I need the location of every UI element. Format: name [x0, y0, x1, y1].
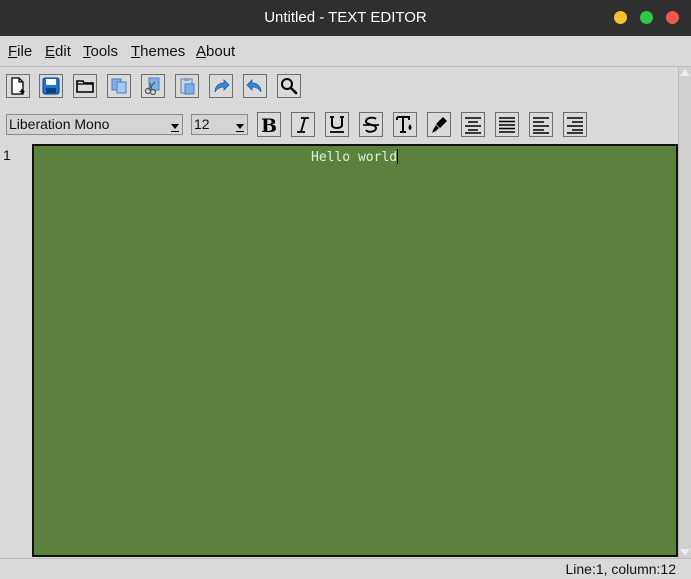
menu-about[interactable]: About [196, 43, 235, 60]
menu-edit[interactable]: Edit [45, 43, 71, 60]
font-family-value: Liberation Mono [9, 116, 110, 132]
line-number: 1 [3, 147, 11, 163]
menu-tools-label: ools [90, 43, 119, 60]
justify-button[interactable] [495, 112, 519, 137]
chevron-down-icon [236, 124, 244, 132]
new-file-icon [11, 77, 25, 95]
window-title: Untitled - TEXT EDITOR [264, 9, 427, 26]
justify-icon [499, 116, 515, 133]
align-left-button[interactable] [529, 112, 553, 137]
strikethrough-icon [363, 116, 379, 133]
highlight-icon [432, 116, 447, 133]
align-right-button[interactable] [563, 112, 587, 137]
align-left-icon [533, 116, 549, 134]
title-bar: Untitled - TEXT EDITOR [0, 0, 691, 36]
cut-button[interactable] [141, 74, 165, 98]
copy-icon [111, 78, 127, 94]
align-center-button[interactable] [461, 112, 485, 137]
align-center-icon [465, 116, 481, 134]
minimize-button[interactable] [614, 11, 627, 24]
menu-file-accel: F [8, 43, 18, 60]
scroll-down-arrow-icon[interactable] [680, 549, 690, 556]
menu-about-accel: A [196, 43, 207, 60]
undo-button[interactable] [243, 74, 267, 98]
close-button[interactable] [666, 11, 679, 24]
undo-icon [246, 79, 262, 93]
menu-file-label: ile [17, 43, 33, 60]
menu-about-label: bout [206, 43, 236, 60]
text-editor-area[interactable]: Hello world [32, 144, 678, 557]
redo-icon [214, 79, 230, 93]
scroll-up-arrow-icon[interactable] [680, 69, 690, 76]
menu-edit-label: dit [55, 43, 71, 60]
font-family-select[interactable]: Liberation Mono [6, 114, 183, 135]
chevron-down-icon [171, 124, 179, 132]
open-folder-icon [76, 80, 94, 93]
menu-themes[interactable]: Themes [131, 43, 185, 60]
menu-bar: File Edit Tools Themes About [0, 36, 691, 67]
text-cursor [397, 149, 399, 164]
vertical-scrollbar[interactable] [678, 67, 691, 558]
paste-button[interactable] [175, 74, 199, 98]
menu-edit-accel: E [45, 43, 56, 60]
italic-icon [297, 116, 309, 133]
bold-icon: B [261, 115, 277, 135]
status-bar: Line:1, column:12 [0, 558, 691, 579]
menu-tools[interactable]: Tools [83, 43, 118, 60]
redo-button[interactable] [209, 74, 233, 98]
font-size-select[interactable]: 12 [191, 114, 248, 135]
highlight-button[interactable] [427, 112, 451, 137]
cursor-position-status: Line:1, column:12 [565, 561, 676, 577]
menu-themes-accel: T [131, 43, 141, 60]
new-file-button[interactable] [6, 74, 30, 98]
font-color-button[interactable] [393, 112, 417, 137]
save-icon [42, 77, 60, 95]
copy-button[interactable] [107, 74, 131, 98]
italic-button[interactable] [291, 112, 315, 137]
underline-button[interactable] [325, 112, 349, 137]
editor-text: Hello world [311, 150, 398, 165]
maximize-button[interactable] [640, 11, 653, 24]
save-button[interactable] [39, 74, 63, 98]
align-right-icon [567, 116, 583, 134]
bold-button[interactable]: B [257, 112, 281, 137]
open-folder-button[interactable] [73, 74, 97, 98]
find-icon [281, 78, 298, 95]
menu-tools-accel: T [83, 43, 91, 60]
font-size-value: 12 [194, 116, 210, 132]
paste-icon [180, 78, 195, 95]
font-color-icon [396, 115, 412, 133]
menu-file[interactable]: File [8, 43, 32, 60]
find-button[interactable] [277, 74, 301, 98]
strikethrough-button[interactable] [359, 112, 383, 137]
svg-text:B: B [261, 115, 277, 135]
menu-themes-label: hemes [140, 43, 186, 60]
editor-line[interactable]: Hello world [311, 149, 399, 165]
underline-icon [330, 115, 344, 133]
cut-icon [144, 77, 160, 95]
